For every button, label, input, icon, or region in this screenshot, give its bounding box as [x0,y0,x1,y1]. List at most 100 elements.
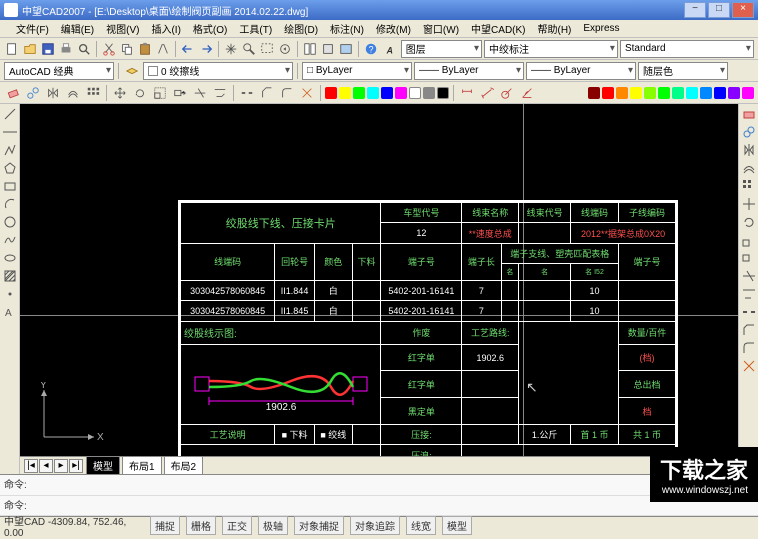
rect-icon[interactable] [2,178,18,194]
dimstyle-combo[interactable]: 中绞标注 [484,40,618,58]
color-combo[interactable]: □ ByLayer [302,62,412,80]
grid-toggle[interactable]: 栅格 [186,516,216,535]
workspace-combo[interactable]: AutoCAD 经典 [4,62,114,80]
osnap-toggle[interactable]: 对象捕捉 [294,516,344,535]
r-offset-icon[interactable] [741,160,757,176]
scale-icon[interactable] [151,84,169,102]
r-fillet-icon[interactable] [741,340,757,356]
open-icon[interactable] [22,40,38,58]
menu-format[interactable]: 格式(O) [187,21,233,36]
minimize-button[interactable]: − [684,2,706,18]
match-icon[interactable] [155,40,171,58]
menu-insert[interactable]: 插入(I) [145,21,186,36]
r-array-icon[interactable] [741,178,757,194]
circle-icon[interactable] [2,214,18,230]
zoom-prev-icon[interactable] [277,40,293,58]
menu-file[interactable]: 文件(F) [10,21,55,36]
redo-icon[interactable] [198,40,214,58]
menu-tools[interactable]: 工具(T) [233,21,278,36]
lineweight-combo[interactable]: —— ByLayer [526,62,636,80]
tab-nav-next[interactable]: ▸ [54,459,68,473]
save-icon[interactable] [40,40,56,58]
tab-nav-prev[interactable]: ◂ [39,459,53,473]
r-erase-icon[interactable] [741,106,757,122]
zoom-icon[interactable] [241,40,257,58]
zoom-window-icon[interactable] [259,40,275,58]
tab-model[interactable]: 模型 [86,456,120,474]
command-area[interactable]: 命令: 命令: [0,474,758,516]
fillet-icon[interactable] [278,84,296,102]
polar-toggle[interactable]: 极轴 [258,516,288,535]
rotate-icon[interactable] [131,84,149,102]
break-icon[interactable] [238,84,256,102]
drawing-canvas[interactable]: ↖ 绞股线下线、压接卡片 车型代号 线束名称 线束代号 线端码 子线编码 12 … [20,104,738,474]
tab-layout2[interactable]: 布局2 [164,456,204,474]
menu-view[interactable]: 视图(V) [100,21,145,36]
snap-toggle[interactable]: 捕捉 [150,516,180,535]
r-copy-icon[interactable] [741,124,757,140]
text-icon[interactable]: A [2,304,18,320]
offset-icon[interactable] [64,84,82,102]
menu-window[interactable]: 窗口(W) [417,21,465,36]
hatch-icon[interactable] [2,268,18,284]
copy-icon[interactable] [119,40,135,58]
ortho-toggle[interactable]: 正交 [222,516,252,535]
r-rotate-icon[interactable] [741,214,757,230]
print-icon[interactable] [58,40,74,58]
linetype-combo[interactable]: —— ByLayer [414,62,524,80]
r-mirror-icon[interactable] [741,142,757,158]
tab-nav-first[interactable]: |◂ [24,459,38,473]
menu-help[interactable]: 帮助(H) [532,21,578,36]
mirror-icon[interactable] [44,84,62,102]
explode-icon[interactable] [298,84,316,102]
r-break-icon[interactable] [741,304,757,320]
tab-layout1[interactable]: 布局1 [122,456,162,474]
move-icon[interactable] [111,84,129,102]
model-toggle[interactable]: 模型 [442,516,472,535]
properties-icon[interactable] [302,40,318,58]
extend-icon[interactable] [211,84,229,102]
dim-linear-icon[interactable] [458,84,476,102]
pan-icon[interactable] [223,40,239,58]
chamfer-icon[interactable] [258,84,276,102]
maximize-button[interactable]: □ [708,2,730,18]
trim-icon[interactable] [191,84,209,102]
menu-draw[interactable]: 绘图(D) [278,21,324,36]
plotcolor-combo[interactable]: 随层色 [638,62,728,80]
r-scale-icon[interactable] [741,232,757,248]
ellipse-icon[interactable] [2,250,18,266]
menu-express[interactable]: Express [577,23,625,34]
point-icon[interactable] [2,286,18,302]
menu-edit[interactable]: 编辑(E) [55,21,100,36]
polygon-icon[interactable] [2,160,18,176]
tpalette-icon[interactable] [338,40,354,58]
spline-icon[interactable] [2,232,18,248]
r-move-icon[interactable] [741,196,757,212]
pline-icon[interactable] [2,142,18,158]
dim-angular-icon[interactable] [518,84,536,102]
otrack-toggle[interactable]: 对象追踪 [350,516,400,535]
menu-zwcad[interactable]: 中望CAD(K) [465,21,531,36]
r-explode-icon[interactable] [741,358,757,374]
r-stretch-icon[interactable] [741,250,757,266]
xline-icon[interactable] [2,124,18,140]
preview-icon[interactable] [76,40,92,58]
r-trim-icon[interactable] [741,268,757,284]
erase-icon[interactable] [4,84,22,102]
paste-icon[interactable] [137,40,153,58]
dim-radius-icon[interactable] [498,84,516,102]
new-icon[interactable] [4,40,20,58]
layer-props-icon[interactable] [123,62,141,80]
layer-button[interactable]: 图层 [401,40,482,58]
dcenter-icon[interactable] [320,40,336,58]
menu-modify[interactable]: 修改(M) [370,21,417,36]
close-button[interactable]: × [732,2,754,18]
tab-nav-last[interactable]: ▸| [69,459,83,473]
bold-icon[interactable]: A [383,40,399,58]
textstyle-combo[interactable]: Standard [620,40,754,58]
stretch-icon[interactable] [171,84,189,102]
copy2-icon[interactable] [24,84,42,102]
cut-icon[interactable] [101,40,117,58]
layer-combo[interactable]: 0 绞擦线 [143,62,293,80]
r-extend-icon[interactable] [741,286,757,302]
